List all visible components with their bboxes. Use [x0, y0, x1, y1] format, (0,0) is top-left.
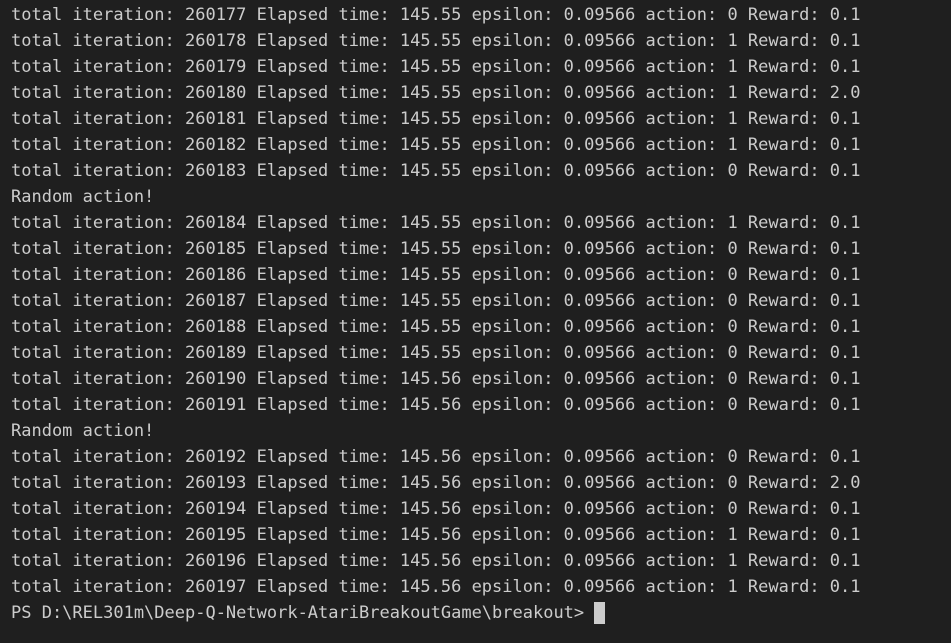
terminal-line: total iteration: 260182 Elapsed time: 14…: [11, 135, 861, 155]
terminal-line: total iteration: 260180 Elapsed time: 14…: [11, 83, 861, 103]
terminal-line: total iteration: 260185 Elapsed time: 14…: [11, 239, 861, 259]
terminal-line: total iteration: 260179 Elapsed time: 14…: [11, 57, 861, 77]
terminal-line: Random action!: [11, 187, 155, 207]
terminal-line: total iteration: 260195 Elapsed time: 14…: [11, 525, 861, 545]
terminal-line: total iteration: 260196 Elapsed time: 14…: [11, 551, 861, 571]
terminal-output[interactable]: total iteration: 260177 Elapsed time: 14…: [0, 0, 951, 643]
terminal-line: total iteration: 260197 Elapsed time: 14…: [11, 577, 861, 597]
terminal-line: total iteration: 260193 Elapsed time: 14…: [11, 473, 861, 493]
terminal-line: total iteration: 260181 Elapsed time: 14…: [11, 109, 861, 129]
terminal-line: Random action!: [11, 421, 155, 441]
terminal-line: total iteration: 260191 Elapsed time: 14…: [11, 395, 861, 415]
terminal-prompt: PS D:\REL301m\Deep-Q-Network-AtariBreako…: [11, 603, 585, 623]
terminal-line: total iteration: 260177 Elapsed time: 14…: [11, 5, 861, 25]
terminal-line: total iteration: 260192 Elapsed time: 14…: [11, 447, 861, 467]
terminal-line: total iteration: 260183 Elapsed time: 14…: [11, 161, 861, 181]
terminal-line: total iteration: 260190 Elapsed time: 14…: [11, 369, 861, 389]
terminal-line: total iteration: 260194 Elapsed time: 14…: [11, 499, 861, 519]
terminal-cursor[interactable]: [594, 602, 606, 624]
terminal-line: total iteration: 260188 Elapsed time: 14…: [11, 317, 861, 337]
terminal-line: total iteration: 260189 Elapsed time: 14…: [11, 343, 861, 363]
terminal-line: total iteration: 260178 Elapsed time: 14…: [11, 31, 861, 51]
terminal-lines: total iteration: 260177 Elapsed time: 14…: [11, 2, 951, 600]
terminal-prompt-line[interactable]: PS D:\REL301m\Deep-Q-Network-AtariBreako…: [11, 600, 951, 626]
terminal-line: total iteration: 260187 Elapsed time: 14…: [11, 291, 861, 311]
terminal-line: total iteration: 260186 Elapsed time: 14…: [11, 265, 861, 285]
terminal-line: total iteration: 260184 Elapsed time: 14…: [11, 213, 861, 233]
